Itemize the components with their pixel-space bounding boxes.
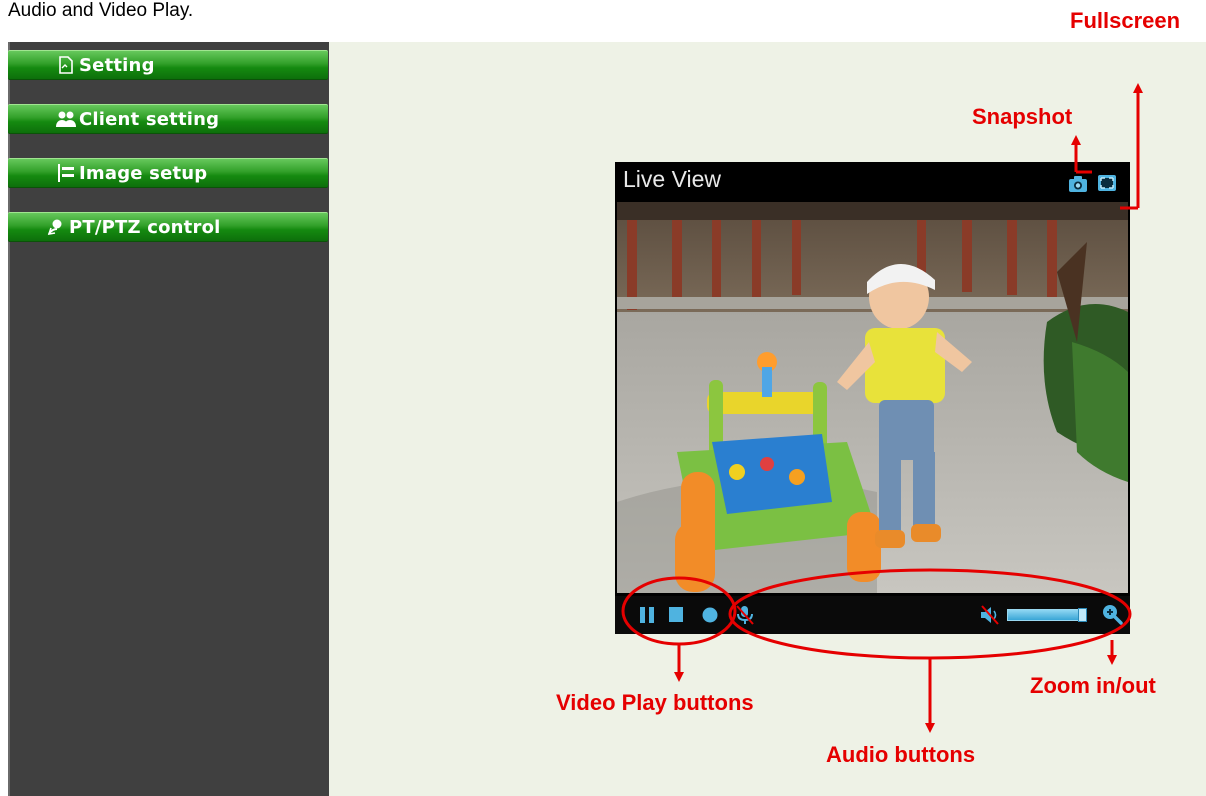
speaker-muted-icon[interactable]	[979, 604, 1001, 631]
annotation-zoom: Zoom in/out	[1030, 673, 1156, 698]
zoom-icon[interactable]	[1101, 603, 1123, 630]
volume-slider-handle[interactable]	[1078, 608, 1087, 622]
fullscreen-icon[interactable]	[1096, 172, 1118, 194]
intro-text: Audio and Video Play.	[8, 0, 194, 21]
sidebar-item-image-setup[interactable]: Image setup	[8, 158, 328, 188]
sidebar	[8, 42, 329, 796]
sidebar-item-client-setting[interactable]: Client setting	[8, 104, 328, 134]
live-video-feed	[617, 202, 1128, 593]
sidebar-item-label: Setting	[79, 54, 155, 76]
sidebar-item-label: PT/PTZ control	[69, 216, 221, 238]
record-icon[interactable]	[701, 606, 719, 629]
microphone-muted-icon[interactable]	[735, 604, 755, 631]
annotation-video-play: Video Play buttons	[556, 690, 754, 715]
live-view-window: Live View	[615, 162, 1130, 634]
sidebar-item-ptz-control[interactable]: PT/PTZ control	[8, 212, 328, 242]
sidebar-item-label: Client setting	[79, 108, 220, 130]
stop-icon[interactable]	[668, 606, 684, 629]
ptz-icon	[46, 217, 66, 237]
camera-icon[interactable]	[1067, 172, 1089, 194]
sidebar-item-label: Image setup	[79, 162, 208, 184]
sidebar-item-setting[interactable]: Setting	[8, 50, 328, 80]
users-icon	[56, 109, 76, 129]
annotation-snapshot: Snapshot	[972, 104, 1073, 129]
image-setup-icon	[56, 163, 76, 183]
live-view-title: Live View	[623, 166, 722, 192]
pause-icon[interactable]	[639, 606, 655, 629]
annotation-audio: Audio buttons	[826, 742, 976, 767]
volume-slider[interactable]	[1007, 608, 1087, 622]
document-icon	[56, 55, 76, 75]
video-control-bar	[615, 596, 1130, 634]
annotation-fullscreen: Fullscreen	[1070, 8, 1181, 33]
